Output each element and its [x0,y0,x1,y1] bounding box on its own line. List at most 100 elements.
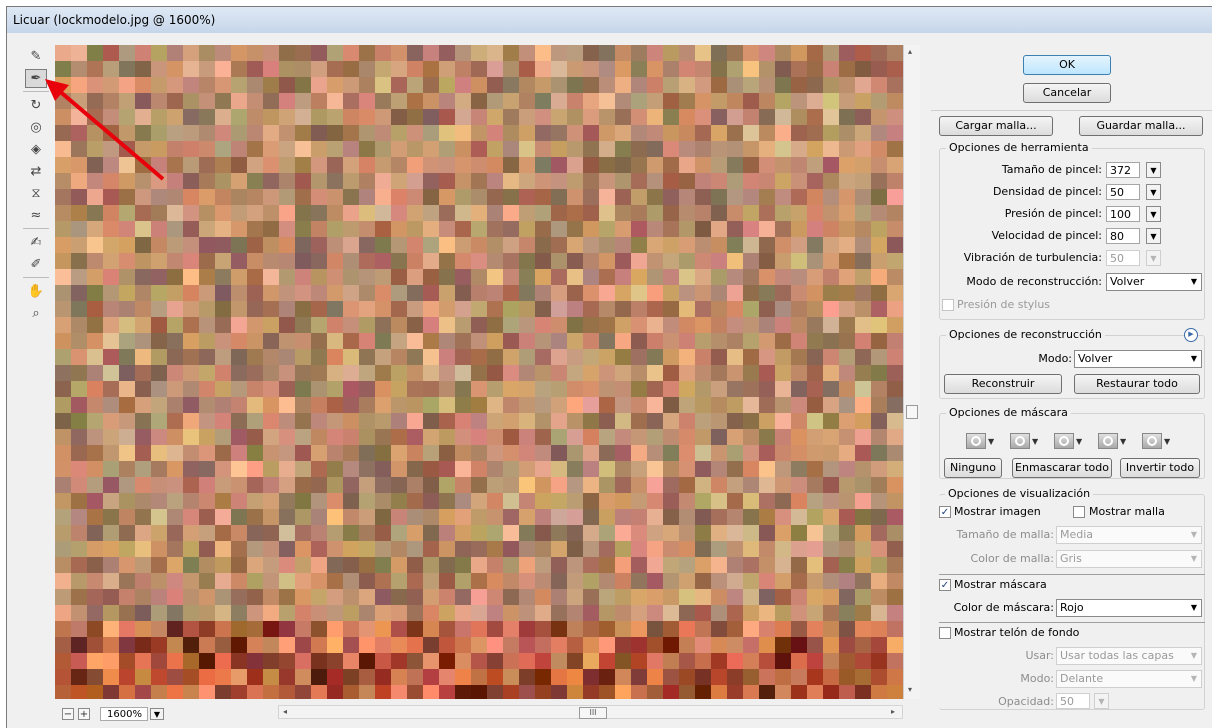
reconstruct-options-mode-select[interactable]: Volver ▼ [1074,350,1202,368]
image-pixel [247,381,263,397]
brush-density-field[interactable]: 50 [1106,184,1140,200]
chevron-down-icon[interactable]: ▼ [1146,206,1161,222]
mask-all-button[interactable]: Enmascarar todo [1012,458,1112,478]
image-pixel [583,669,599,685]
mask-replace-button[interactable]: ▼ [966,432,994,450]
show-mask-checkbox[interactable]: ✓ [939,579,951,591]
image-pixel [599,173,615,189]
save-mesh-button[interactable]: Guardar malla... [1079,116,1203,136]
image-pixel [311,429,327,445]
vertical-scroll-thumb[interactable] [906,405,918,419]
image-pixel [423,253,439,269]
image-pixel [167,461,183,477]
image-pixel [503,61,519,77]
restore-all-button[interactable]: Restaurar todo [1074,374,1200,394]
image-pixel [551,61,567,77]
horizontal-scrollbar[interactable]: ◂ III ▸ [278,705,903,719]
scroll-right-icon[interactable]: ▸ [891,707,895,716]
reconstruct-mode-select[interactable]: Volver ▼ [1106,273,1202,291]
mask-subtract-button[interactable]: ▼ [1054,432,1082,450]
chevron-down-icon[interactable]: ▼ [150,708,164,720]
image-pixel [407,669,423,685]
image-pixel [759,525,775,541]
mask-intersect-button[interactable]: ▼ [1098,432,1126,450]
image-pixel [343,685,359,699]
zoom-in-button[interactable]: + [78,708,90,720]
chevron-down-icon[interactable]: ▼ [1146,228,1161,244]
cancel-button[interactable]: Cancelar [1023,83,1111,103]
image-pixel [231,317,247,333]
image-pixel [343,541,359,557]
image-pixel [743,525,759,541]
mask-none-button[interactable]: Ninguno [944,458,1002,478]
play-icon[interactable]: ▶ [1184,328,1198,342]
image-pixel [391,205,407,221]
image-pixel [103,365,119,381]
image-pixel [759,653,775,669]
invert-all-button[interactable]: Invertir todo [1120,458,1200,478]
image-pixel [887,557,903,573]
ok-button[interactable]: OK [1023,55,1111,75]
image-pixel [503,589,519,605]
horizontal-scroll-thumb[interactable]: III [579,707,607,719]
mask-invert-button[interactable]: ▼ [1142,432,1170,450]
image-pixel [855,541,871,557]
image-pixel [359,317,375,333]
reconstruct-button[interactable]: Reconstruir [944,374,1062,394]
image-pixel [55,253,71,269]
image-pixel [231,557,247,573]
scroll-left-icon[interactable]: ◂ [283,707,287,716]
image-pixel [615,93,631,109]
image-pixel [471,61,487,77]
turbulence-icon[interactable]: ≈ [25,206,47,225]
scroll-up-icon[interactable]: ▴ [908,47,912,56]
show-backdrop-checkbox[interactable] [939,627,951,639]
show-mesh-checkbox[interactable] [1073,506,1085,518]
image-pixel [151,477,167,493]
image-pixel [871,461,887,477]
chevron-down-icon[interactable]: ▼ [1146,184,1161,200]
image-pixel [167,621,183,637]
image-pixel [551,189,567,205]
image-pixel [471,301,487,317]
mask-color-select[interactable]: Rojo ▼ [1056,599,1202,617]
image-pixel [727,61,743,77]
image-pixel [375,381,391,397]
zoom-out-button[interactable]: − [62,708,74,720]
image-pixel [647,61,663,77]
image-pixel [199,413,215,429]
image-pixel [679,317,695,333]
title-bar[interactable]: Licuar (lockmodelo.jpg @ 1600%) [7,7,1212,33]
mask-add-button[interactable]: ▼ [1010,432,1038,450]
image-pixel [759,157,775,173]
brush-size-field[interactable]: 372 [1106,162,1140,178]
zoom-icon[interactable]: ⌕ [25,304,47,323]
image-pixel [759,445,775,461]
show-image-checkbox[interactable]: ✓ [939,506,951,518]
image-pixel [423,557,439,573]
image-pixel [391,301,407,317]
thaw-mask-icon[interactable]: ✐ [25,255,47,274]
brush-rate-field[interactable]: 80 [1106,228,1140,244]
vertical-scrollbar[interactable]: ▴ ▾ [903,45,920,699]
image-pixel [103,45,119,61]
scroll-down-icon[interactable]: ▾ [908,685,912,694]
chevron-down-icon[interactable]: ▼ [1146,162,1161,178]
image-pixel [503,621,519,637]
freeze-mask-icon[interactable]: ✍ [25,233,47,252]
image-pixel [519,461,535,477]
image-pixel [567,269,583,285]
image-pixel [375,205,391,221]
zoom-level-field[interactable]: 1600% [100,707,148,721]
image-pixel [711,269,727,285]
warp-icon[interactable]: ✎ [25,47,47,66]
load-mesh-button[interactable]: Cargar malla... [939,116,1053,136]
image-pixel [663,589,679,605]
image-pixel [439,349,455,365]
hand-icon[interactable]: ✋ [25,282,47,301]
image-pixel [87,477,103,493]
image-pixel [711,141,727,157]
brush-pressure-field[interactable]: 100 [1106,206,1140,222]
image-pixel [423,381,439,397]
image-pixel [359,573,375,589]
